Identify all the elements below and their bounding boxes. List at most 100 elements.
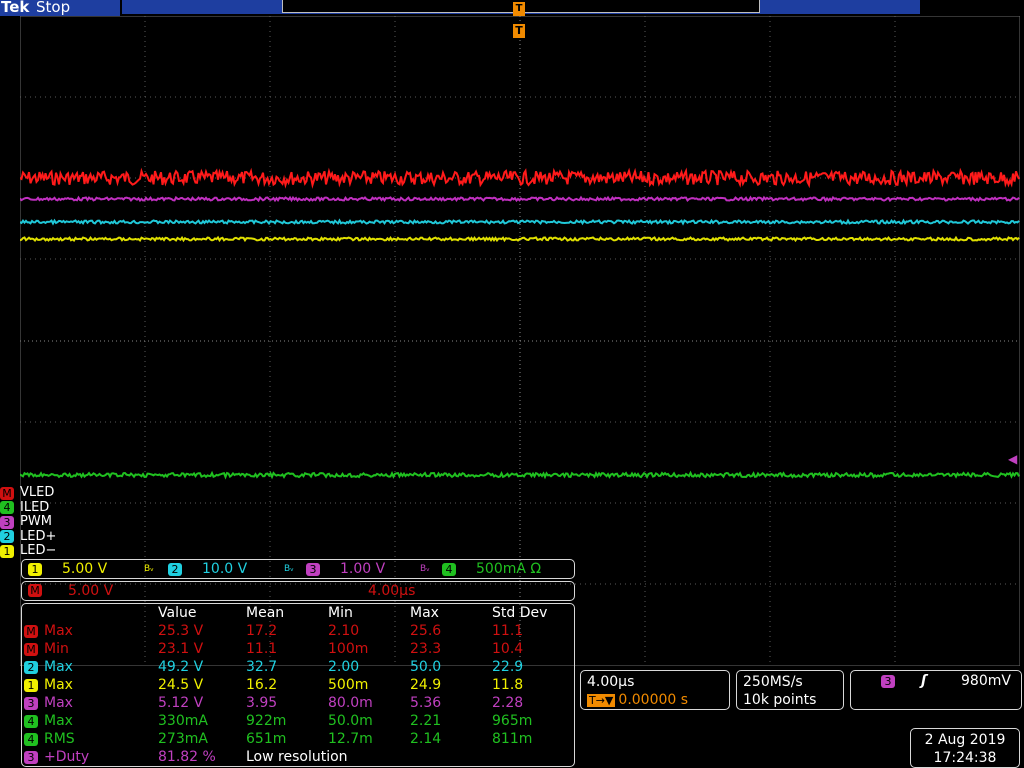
trigger-position-top-marker[interactable]: T (513, 2, 525, 16)
measurement-value: 330mA (158, 713, 208, 729)
trigger-level-arrow-icon[interactable]: ◀ (1008, 452, 1017, 466)
channel-badge: 2 (168, 563, 182, 576)
bandwidth-limit-icon: Bᵥ (420, 564, 430, 574)
measurement-mean: 3.95 (246, 695, 278, 711)
measurement-std: 11.8 (492, 677, 524, 693)
trigger-position-marker[interactable]: T (513, 24, 525, 38)
rising-edge-icon: ʃ (921, 673, 927, 689)
measurement-value: 81.82 % (158, 749, 216, 765)
measurement-row[interactable]: 4 RMS 273mA 651m 12.7m 2.14 811m (24, 730, 572, 748)
math-badge: M (28, 584, 42, 597)
channel-name: VLED (20, 485, 55, 500)
time: 17:24:38 (933, 750, 997, 766)
ch2-scale-value: 10.0 V (202, 561, 248, 577)
measurement-mean: 16.2 (246, 677, 278, 693)
channel-name: PWM (20, 514, 52, 529)
measurement-source-badge: 2 (24, 661, 38, 674)
header-cell: Min (328, 605, 353, 621)
vertical-scale-panel[interactable]: 1 5.00 V Bᵥ 2 10.0 V Bᵥ 3 1.00 V Bᵥ 4 500mA … (21, 559, 575, 579)
channel-badge: M (0, 486, 14, 500)
channel-label-led-plus[interactable]: 2 LED+ (0, 528, 57, 545)
measurement-mean: 922m (246, 713, 287, 729)
measurement-row[interactable]: 3 +Duty 81.82 % Low resolution (24, 748, 572, 766)
measurement-min: 2.10 (328, 623, 360, 639)
channel-badge: 3 (306, 563, 320, 576)
brand-name: Tek (1, 0, 30, 16)
measurement-max: 5.36 (410, 695, 442, 711)
measurement-max: 2.14 (410, 731, 442, 747)
measurement-label: Max (44, 695, 73, 711)
horizontal-delay: 0.00000 s (618, 692, 689, 708)
measurement-min: 50.0m (328, 713, 373, 729)
channel-label-vled[interactable]: M VLED (0, 485, 56, 501)
ch2-scale[interactable]: 2 10.0 V (168, 561, 247, 577)
math-volts: 5.00 V (68, 583, 114, 599)
header-cell: Value (158, 605, 197, 621)
measurement-mean: 651m (246, 731, 287, 747)
bandwidth-limit-icon: Bᵥ (284, 564, 294, 574)
measurement-value: 24.5 V (158, 677, 204, 693)
ch4-scale-value: 500mA Ω (476, 561, 542, 577)
measurement-value: 5.12 V (158, 695, 204, 711)
measurement-min: 12.7m (328, 731, 373, 747)
measurement-source-badge: 4 (24, 715, 38, 728)
ch3-scale-value: 1.00 V (340, 561, 386, 577)
measurement-row[interactable]: M Max 25.3 V 17.2 2.10 25.6 11.1 (24, 622, 572, 640)
measurement-source-badge: M (24, 643, 38, 656)
measurements-panel[interactable]: Value Mean Min Max Std Dev M Max 25.3 V 1… (21, 603, 575, 767)
channel-badge: 4 (442, 563, 456, 576)
header-cell: Max (410, 605, 439, 621)
trigger-level: 980mV (961, 673, 1011, 689)
measurement-source-badge: M (24, 625, 38, 638)
measurement-max: 25.6 (410, 623, 442, 639)
measurement-label: +Duty (44, 749, 90, 765)
measurement-std: 11.1 (492, 623, 524, 639)
measurement-mean: 11.1 (246, 641, 278, 657)
measurement-max: 2.21 (410, 713, 442, 729)
measurement-label: Max (44, 677, 73, 693)
acquisition-panel[interactable]: 250MS/s 10k points (736, 670, 844, 710)
channel-label-list: M VLED 4 ILED 3 PWM 2 LED+ 1 LED− (0, 485, 57, 559)
measurement-label: Max (44, 623, 73, 639)
channel-name: LED+ (20, 528, 57, 544)
trigger-delay-icon: T→▼ (587, 694, 616, 707)
horizontal-panel[interactable]: 4.00µs T→▼ 0.00000 s (580, 670, 730, 710)
measurement-source-badge: 3 (24, 697, 38, 710)
measurement-row[interactable]: M Min 23.1 V 11.1 100m 23.3 10.4 (24, 640, 572, 658)
trigger-panel[interactable]: 3 ʃ 980mV (850, 670, 1022, 710)
math-scale-panel[interactable]: M 5.00 V 4.00µs (21, 581, 575, 601)
ch4-scale[interactable]: 4 500mA Ω (442, 561, 541, 577)
measurement-value: 23.1 V (158, 641, 204, 657)
measurement-source-badge: 1 (24, 679, 38, 692)
measurement-min: 80.0m (328, 695, 373, 711)
measurement-row[interactable]: 2 Max 49.2 V 32.7 2.00 50.0 22.9 (24, 658, 572, 676)
brand-bar: Tek Stop (0, 0, 120, 16)
channel-label-pwm[interactable]: 3 PWM (0, 514, 56, 530)
measurement-row[interactable]: 3 Max 5.12 V 3.95 80.0m 5.36 2.28 (24, 694, 572, 712)
measurement-mean: 17.2 (246, 623, 278, 639)
header-cell: Mean (246, 605, 285, 621)
bandwidth-limit-icon: Bᵥ (144, 564, 154, 574)
ch3-scale[interactable]: 3 1.00 V (306, 561, 385, 577)
channel-name: LED− (20, 543, 57, 558)
measurements-header: Value Mean Min Max Std Dev (24, 604, 572, 622)
measurement-note: Low resolution (246, 749, 348, 765)
measurement-min: 2.00 (328, 659, 360, 675)
measurement-row[interactable]: 1 Max 24.5 V 16.2 500m 24.9 11.8 (24, 676, 572, 694)
measurement-max: 24.9 (410, 677, 442, 693)
channel-badge: 4 (0, 501, 14, 515)
measurement-std: 22.9 (492, 659, 524, 675)
channel-label-led-minus[interactable]: 1 LED− (0, 543, 57, 559)
channel-label-iled[interactable]: 4 ILED (0, 500, 56, 516)
ch1-scale[interactable]: 1 5.00 V (28, 561, 107, 577)
measurement-label: RMS (44, 731, 75, 747)
run-state[interactable]: Stop (36, 0, 70, 16)
measurement-mean: 32.7 (246, 659, 278, 675)
measurements-table: Value Mean Min Max Std Dev M Max 25.3 V 1… (24, 604, 572, 766)
measurement-value: 273mA (158, 731, 208, 747)
measurement-row[interactable]: 4 Max 330mA 922m 50.0m 2.21 965m (24, 712, 572, 730)
measurement-min: 100m (328, 641, 369, 657)
header-cell: Std Dev (492, 605, 548, 621)
trigger-source-badge: 3 (881, 675, 895, 688)
measurement-std: 2.28 (492, 695, 524, 711)
